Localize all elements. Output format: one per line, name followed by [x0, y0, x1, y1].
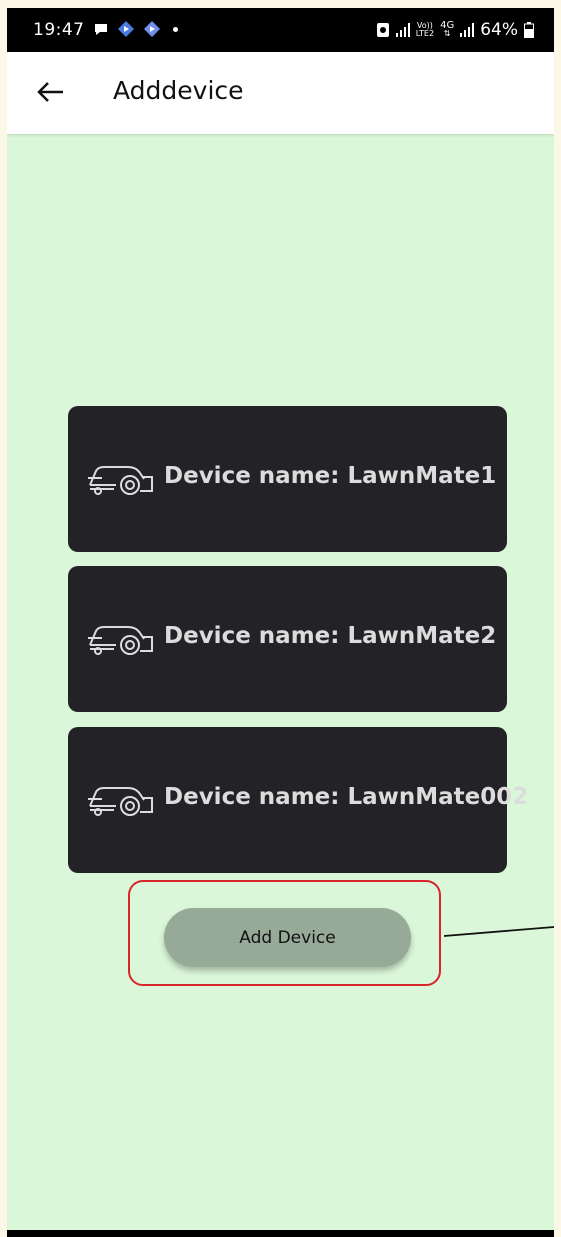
device-name-label: Device name: LawnMate002	[164, 784, 529, 810]
lock-notification-icon	[376, 23, 389, 37]
device-name-label: Device name: LawnMate2	[164, 623, 497, 649]
more-dot-icon	[173, 26, 178, 32]
navigation-bar	[7, 1230, 554, 1237]
phone-screen: 19:47 Vo)) LTE2 4G ⇅ 64% Adddevice Devic…	[7, 8, 554, 1237]
battery-icon	[524, 22, 534, 38]
status-time: 19:47	[33, 20, 85, 40]
notification-icons	[93, 20, 178, 38]
lawnmower-icon	[88, 466, 153, 495]
battery-percent: 64%	[480, 20, 518, 40]
arrow-left-icon[interactable]	[33, 74, 69, 110]
app-notification-icon-2	[144, 21, 160, 37]
lawnmower-icon	[88, 626, 153, 655]
callout-line	[444, 926, 554, 937]
add-device-button[interactable]: Add Device	[164, 908, 411, 967]
data-arrows-icon: ⇅	[443, 29, 451, 38]
volte-tag: Vo)) LTE2	[416, 22, 434, 38]
app-notification-icon	[118, 21, 134, 37]
signal-icon-2	[460, 23, 475, 37]
network-tag: 4G ⇅	[440, 21, 454, 38]
chat-bubble-icon	[95, 24, 107, 35]
page-title: Adddevice	[113, 76, 244, 105]
device-card-2[interactable]: Device name: LawnMate2	[68, 566, 507, 712]
device-card-1[interactable]: Device name: LawnMate1	[68, 406, 507, 552]
status-bar: 19:47 Vo)) LTE2 4G ⇅ 64%	[7, 8, 554, 52]
status-right: Vo)) LTE2 4G ⇅ 64%	[376, 20, 534, 40]
device-card-3[interactable]: Device name: LawnMate002	[68, 727, 528, 873]
lawnmower-icon	[88, 787, 153, 816]
signal-icon	[395, 23, 410, 37]
lte-label: LTE2	[415, 29, 435, 38]
device-name-label: Device name: LawnMate1	[164, 463, 497, 489]
app-bar: Adddevice	[7, 52, 554, 134]
